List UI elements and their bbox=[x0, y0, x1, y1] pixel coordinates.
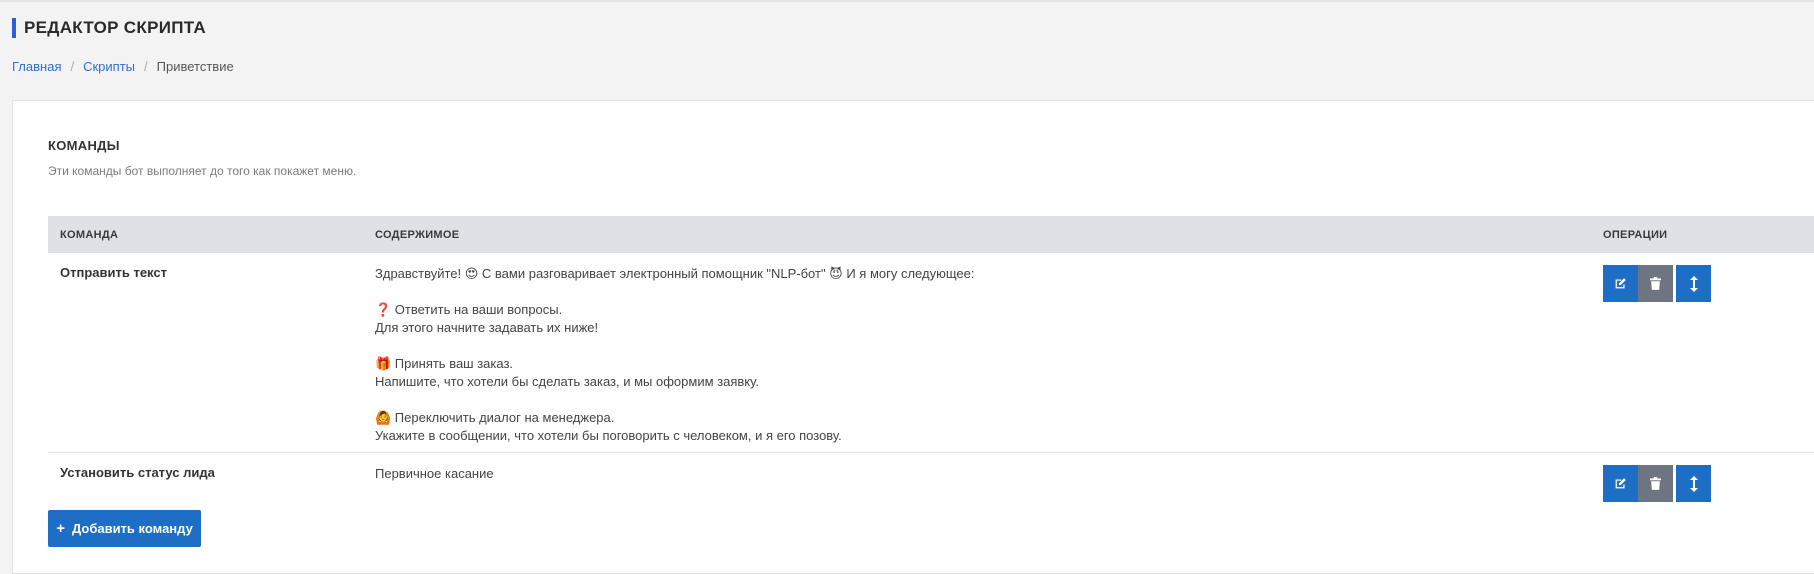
operations-cell bbox=[1603, 253, 1814, 452]
content-line: Первичное касание bbox=[375, 466, 494, 481]
content-line: Укажите в сообщении, что хотели бы погов… bbox=[375, 428, 842, 443]
page-title: РЕДАКТОР СКРИПТА bbox=[12, 18, 206, 38]
section-description: Эти команды бот выполняет до того как по… bbox=[48, 164, 357, 178]
edit-icon bbox=[1615, 478, 1626, 489]
command-content: Здравствуйте! 😍 С вами разговаривает эле… bbox=[375, 253, 1603, 452]
breadcrumb-separator: / bbox=[144, 59, 148, 74]
add-command-button[interactable]: + Добавить команду bbox=[48, 510, 201, 547]
content-line: 🎁 Принять ваш заказ. bbox=[375, 356, 514, 371]
add-command-label: Добавить команду bbox=[71, 521, 193, 536]
operations-cell bbox=[1603, 453, 1814, 502]
delete-button[interactable] bbox=[1638, 265, 1673, 302]
plus-icon: + bbox=[56, 520, 65, 537]
content-line: Для этого начните задавать их ниже! bbox=[375, 320, 599, 335]
page: РЕДАКТОР СКРИПТА Главная / Скрипты / Приветс… bbox=[0, 0, 1814, 574]
table-header: КОМАНДА СОДЕРЖИМОЕ ОПЕРАЦИИ bbox=[48, 216, 1814, 253]
content-line: ❓ Ответить на ваши вопросы. bbox=[375, 302, 563, 317]
breadcrumb-home-link[interactable]: Главная bbox=[12, 59, 61, 74]
table-row: Отправить текст Здравствуйте! 😍 С вами р… bbox=[48, 253, 1814, 453]
command-content: Первичное касание bbox=[375, 453, 1603, 495]
move-button[interactable] bbox=[1676, 465, 1711, 502]
arrows-vertical-icon bbox=[1689, 475, 1698, 492]
table-row: Установить статус лида Первичное касание bbox=[48, 453, 1814, 502]
section-title: КОМАНДЫ bbox=[48, 138, 120, 153]
commands-table: КОМАНДА СОДЕРЖИМОЕ ОПЕРАЦИИ Отправить те… bbox=[48, 216, 1814, 502]
edit-button[interactable] bbox=[1603, 265, 1638, 302]
delete-button[interactable] bbox=[1638, 465, 1673, 502]
column-header-content: СОДЕРЖИМОЕ bbox=[375, 228, 460, 241]
content-line: Напишите, что хотели бы сделать заказ, и… bbox=[375, 374, 759, 389]
column-header-command: КОМАНДА bbox=[60, 228, 119, 241]
trash-icon bbox=[1650, 477, 1661, 490]
column-header-operations: ОПЕРАЦИИ bbox=[1603, 228, 1668, 241]
command-name: Установить статус лида bbox=[60, 465, 215, 480]
edit-icon bbox=[1615, 278, 1626, 289]
edit-button[interactable] bbox=[1603, 465, 1638, 502]
commands-panel: КОМАНДЫ Эти команды бот выполняет до тог… bbox=[12, 100, 1814, 574]
content-line: 🙆 Переключить диалог на менеджера. bbox=[375, 410, 615, 425]
breadcrumb: Главная / Скрипты / Приветствие bbox=[12, 59, 234, 75]
content-line: Здравствуйте! 😍 С вами разговаривает эле… bbox=[375, 266, 975, 281]
trash-icon bbox=[1650, 277, 1661, 290]
top-border bbox=[0, 0, 1814, 2]
breadcrumb-current: Приветствие bbox=[156, 59, 234, 74]
breadcrumb-separator: / bbox=[70, 59, 75, 74]
breadcrumb-scripts-link[interactable]: Скрипты bbox=[83, 59, 135, 74]
command-name: Отправить текст bbox=[60, 265, 167, 280]
move-button[interactable] bbox=[1676, 265, 1711, 302]
arrows-vertical-icon bbox=[1689, 275, 1698, 292]
